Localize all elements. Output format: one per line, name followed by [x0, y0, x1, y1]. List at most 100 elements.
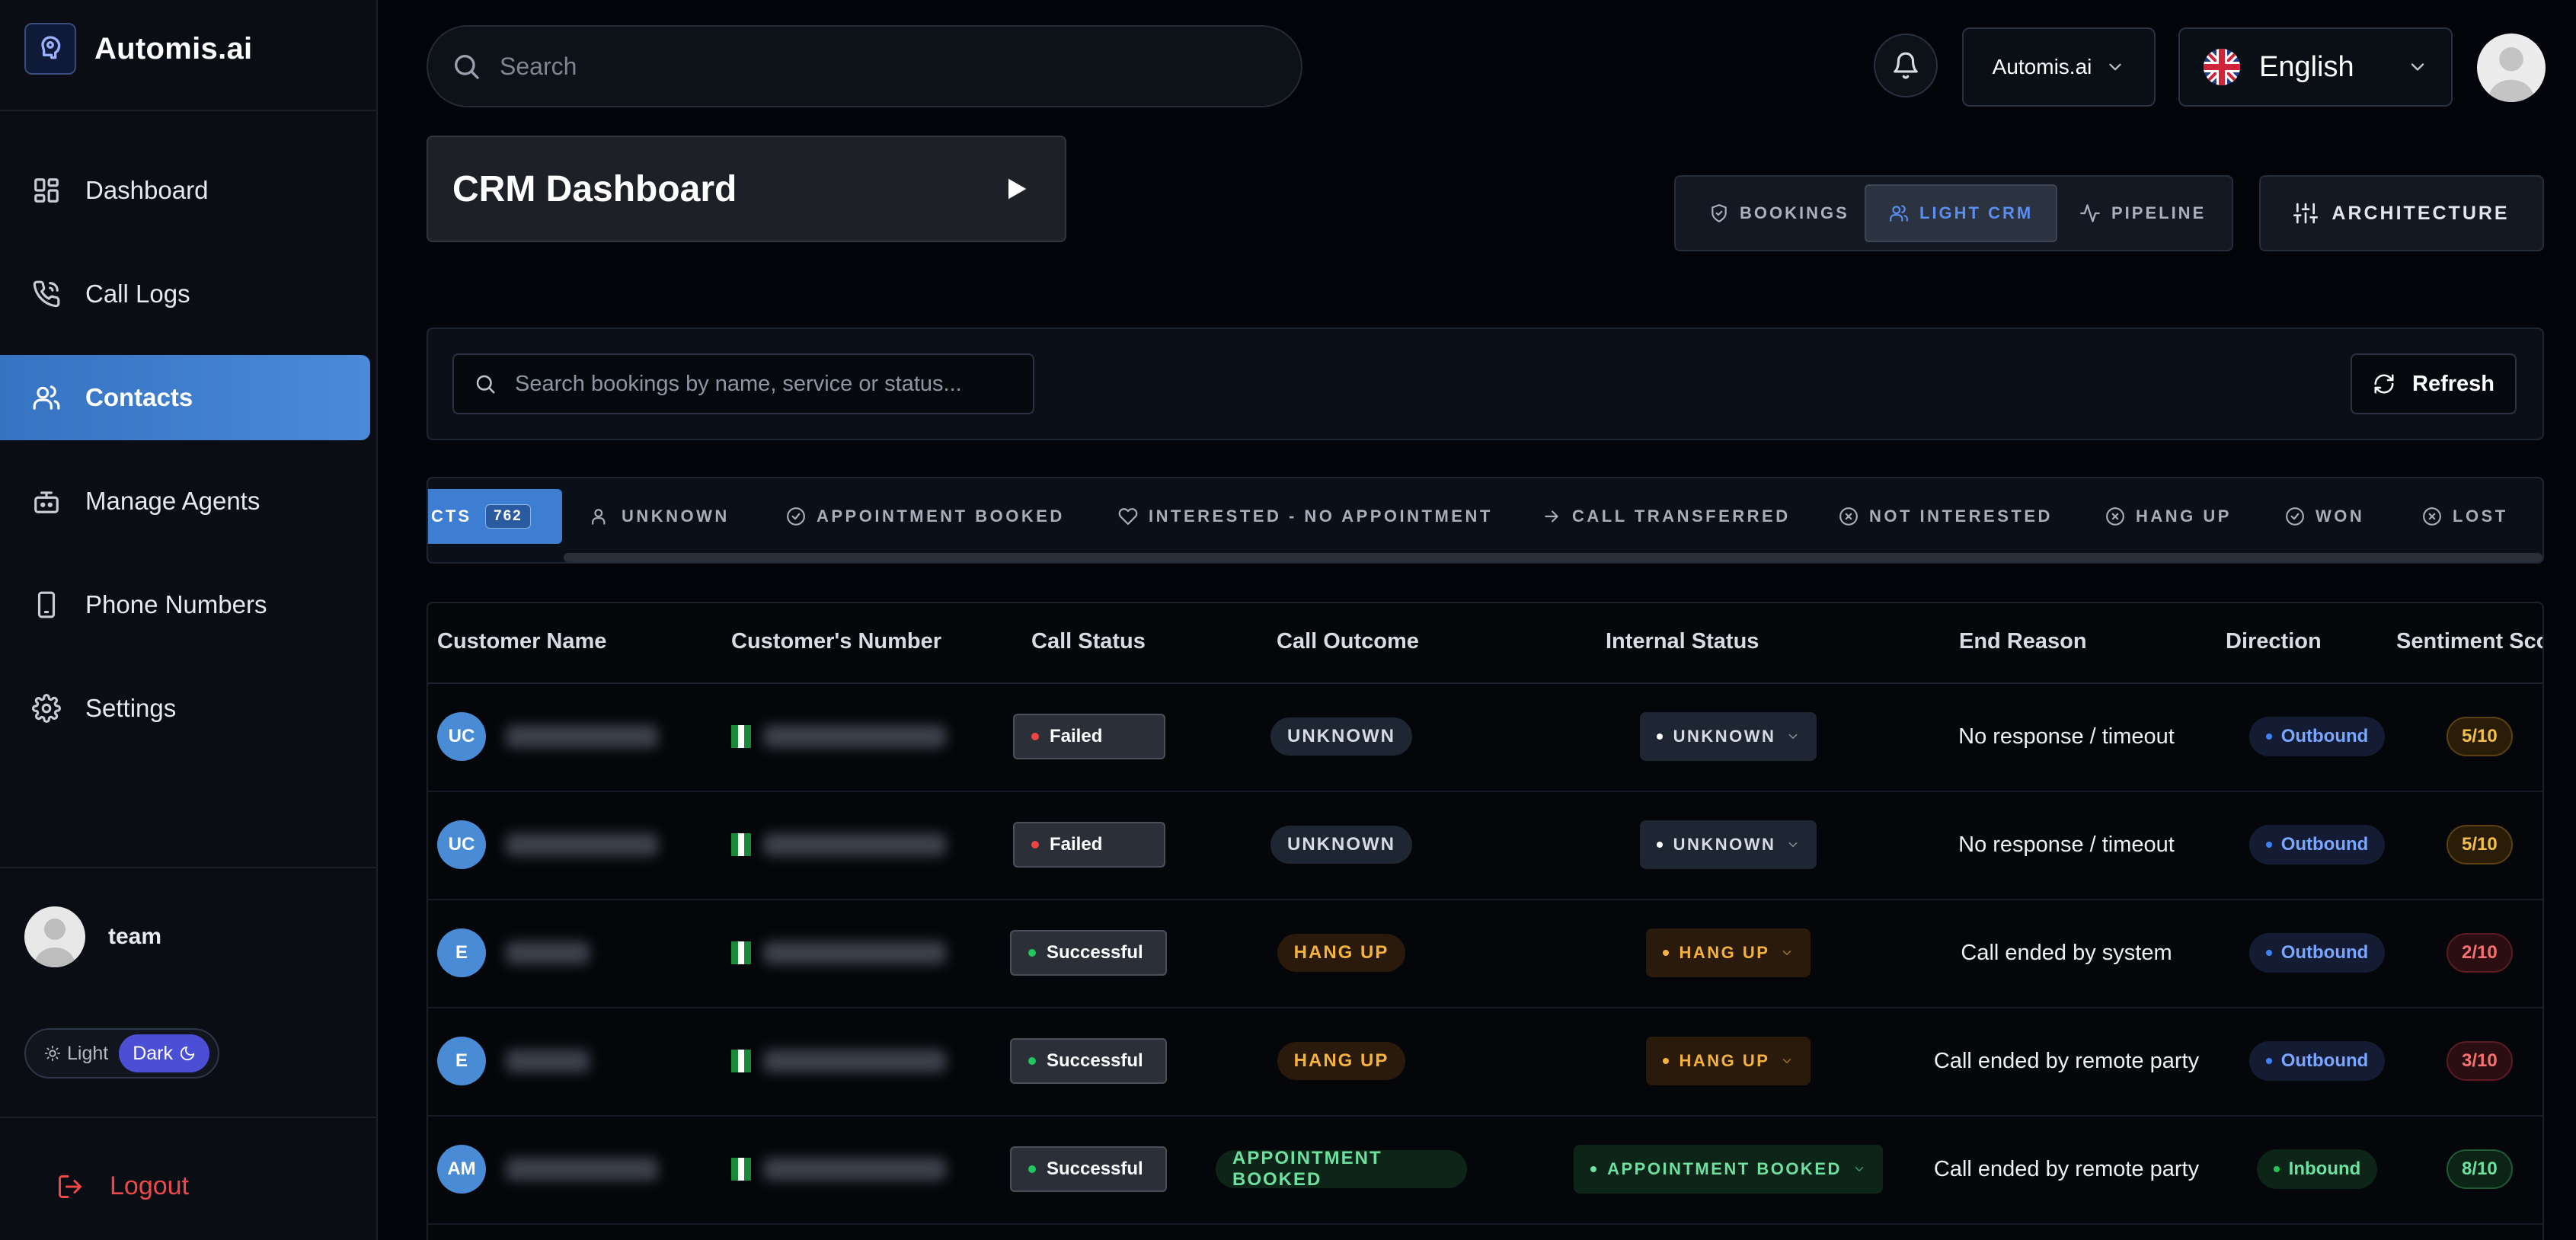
internal-status-select[interactable]: UNKNOWN [1639, 820, 1817, 869]
direction-badge: Outbound [2248, 933, 2386, 973]
theme-toggle[interactable]: Light Dark [24, 1028, 219, 1079]
internal-status-select[interactable]: HANG UP [1645, 928, 1811, 977]
avatar[interactable] [2477, 34, 2546, 102]
global-search[interactable]: Search [427, 25, 1302, 107]
sentiment-badge: 2/10 [2447, 933, 2513, 973]
theme-dark-option[interactable]: Dark [119, 1034, 210, 1072]
status-dot [1028, 1165, 1036, 1173]
table-row[interactable]: AM Successful APPOINTMENT BOOKED APPOINTMEN… [428, 1115, 2542, 1225]
filter-chip-hang-up[interactable]: HANG UP [2105, 501, 2232, 532]
page-title-card: CRM Dashboard [427, 136, 1066, 242]
logout-label: Logout [110, 1171, 189, 1200]
sentiment-label: 2/10 [2462, 942, 2498, 963]
uk-flag-icon [2203, 48, 2241, 86]
table-row[interactable]: E Successful HANG UP HANG UP Call ended by s… [428, 899, 2542, 1008]
filter-chip-unknown[interactable]: UNKNOWN [591, 501, 730, 532]
language-select[interactable]: English [2178, 27, 2453, 107]
architecture-button[interactable]: ARCHITECTURE [2259, 175, 2544, 251]
customer-avatar: E [437, 928, 486, 977]
theme-light-option[interactable]: Light [30, 1043, 119, 1065]
column-header[interactable]: Sentiment Sco [2396, 629, 2542, 654]
internal-status-label: APPOINTMENT BOOKED [1607, 1159, 1842, 1178]
refresh-button[interactable]: Refresh [2351, 353, 2517, 414]
activity-icon [2079, 203, 2101, 224]
filter-chip-call-transferred[interactable]: CALL TRANSFERRED [1542, 501, 1791, 532]
filter-chip-lost[interactable]: LOST [2422, 501, 2508, 532]
call-outcome-cell: UNKNOWN [1216, 791, 1467, 899]
direction-dot [2273, 1166, 2280, 1172]
chip-label: CTS [431, 507, 471, 526]
chevron-down-icon [1780, 1054, 1794, 1068]
sidebar-item-settings[interactable]: Settings [0, 666, 370, 751]
direction-cell: Outbound [2180, 682, 2454, 791]
sidebar-item-phone-numbers[interactable]: Phone Numbers [0, 562, 370, 647]
call-status-badge: Failed [1013, 822, 1165, 868]
bookings-search-input[interactable]: Search bookings by name, service or stat… [452, 353, 1034, 414]
chevron-down-icon [2105, 57, 2125, 77]
filter-chip-won[interactable]: WON [2285, 501, 2364, 532]
tab-bookings[interactable]: BOOKINGS [1709, 184, 1849, 242]
customer-name-cell: E [437, 899, 590, 1007]
filter-chip-interested-no-appointment[interactable]: INTERESTED - NO APPOINTMENT [1118, 501, 1493, 532]
brand[interactable]: Automis.ai [24, 23, 252, 75]
chip-label: WON [2316, 507, 2365, 526]
horizontal-scrollbar[interactable] [564, 553, 2542, 562]
gear-icon [29, 691, 64, 726]
sidebar-item-contacts[interactable]: Contacts [0, 355, 370, 440]
brain-logo-icon [24, 23, 76, 75]
column-header[interactable]: Call Status [1031, 629, 1146, 654]
sidebar-item-label: Settings [85, 694, 177, 722]
end-reason-text: No response / timeout [1958, 724, 2175, 749]
tab-light-crm[interactable]: LIGHT CRM [1865, 184, 2058, 242]
direction-cell: Outbound [2180, 1007, 2454, 1115]
column-header[interactable]: Internal Status [1606, 629, 1759, 654]
direction-label: Outbound [2280, 834, 2369, 855]
column-header[interactable]: Direction [2226, 629, 2322, 654]
tab-label: BOOKINGS [1740, 203, 1849, 222]
sidebar-item-dashboard[interactable]: Dashboard [0, 148, 370, 233]
call-outcome-badge: UNKNOWN [1270, 717, 1412, 756]
table-row[interactable]: UC Failed UNKNOWN UNKNOWN No response / time… [428, 682, 2542, 792]
end-reason-text: Call ended by remote party [1933, 1048, 2200, 1073]
internal-status-label: UNKNOWN [1673, 727, 1776, 746]
end-reason-text: Call ended by system [1961, 940, 2172, 965]
x-circle-icon [1839, 507, 1858, 526]
sidebar: Automis.ai Dashboard Call Logs Contacts … [0, 0, 378, 1240]
internal-status-select[interactable]: HANG UP [1645, 1037, 1811, 1085]
filter-chip-not-interested[interactable]: NOT INTERESTED [1839, 501, 2053, 532]
customer-initials: UC [448, 726, 475, 746]
call-outcome-cell: UNKNOWN [1216, 682, 1467, 791]
theme-dark-label: Dark [133, 1042, 174, 1064]
sidebar-item-call-logs[interactable]: Call Logs [0, 251, 370, 337]
filter-chip-appointment-booked[interactable]: APPOINTMENT BOOKED [786, 501, 1065, 532]
search-input[interactable]: Search [500, 53, 577, 81]
internal-status-select[interactable]: UNKNOWN [1639, 712, 1817, 761]
column-header[interactable]: Call Outcome [1277, 629, 1419, 654]
column-header[interactable]: End Reason [1959, 629, 2087, 654]
table-row[interactable]: E Successful HANG UP HANG UP Call ended by r… [428, 1007, 2542, 1117]
sentiment-label: 8/10 [2462, 1159, 2498, 1179]
call-outcome-cell: HANG UP [1216, 1007, 1467, 1115]
chip-label: APPOINTMENT BOOKED [817, 507, 1065, 526]
sidebar-item-manage-agents[interactable]: Manage Agents [0, 459, 370, 544]
sentiment-badge: 5/10 [2447, 717, 2513, 756]
filter-chip-all-contacts[interactable]: CTS 762 [428, 489, 562, 544]
tab-pipeline[interactable]: PIPELINE [2079, 184, 2206, 242]
sidebar-item-label: Contacts [85, 383, 193, 411]
user-profile[interactable]: team [24, 906, 161, 967]
organization-select[interactable]: Automis.ai [1962, 27, 2156, 107]
notifications-button[interactable] [1874, 34, 1938, 97]
redacted-phone-number [763, 833, 946, 856]
direction-cell: Outbound [2180, 899, 2454, 1007]
status-filter-strip: CTS 762 UNKNOWN APPOINTMENT BOOKED INTER… [427, 477, 2544, 564]
logout-button[interactable]: Logout [56, 1171, 189, 1201]
sentiment-cell: 2/10 [2447, 899, 2513, 1007]
chevron-down-icon [1780, 946, 1794, 960]
column-header[interactable]: Customer Name [437, 629, 606, 654]
call-status-label: Failed [1050, 834, 1103, 855]
table-row[interactable]: UC Failed UNKNOWN UNKNOWN No response / time… [428, 791, 2542, 900]
column-header[interactable]: Customer's Number [731, 629, 941, 654]
status-dot [1028, 1057, 1036, 1065]
internal-status-select[interactable]: APPOINTMENT BOOKED [1574, 1145, 1883, 1194]
play-icon[interactable] [1001, 174, 1031, 204]
